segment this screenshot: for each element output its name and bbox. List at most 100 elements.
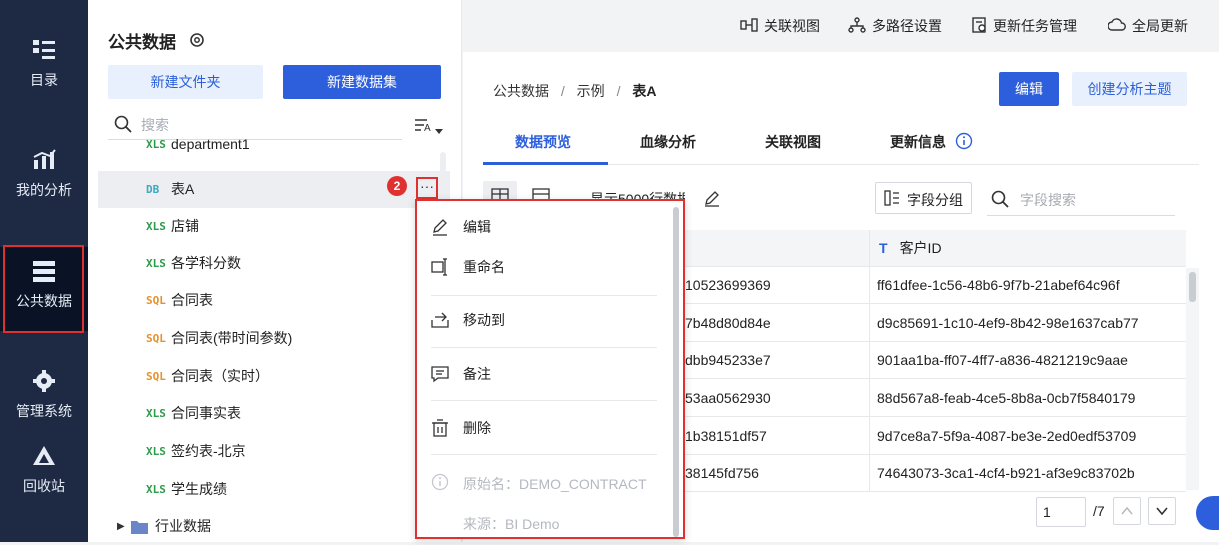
field-group-button[interactable]: 字段分组 bbox=[875, 182, 972, 214]
menu-item-label: 编辑 bbox=[463, 219, 491, 235]
tree-item-label: 各学科分数 bbox=[171, 255, 241, 271]
menu-item-label: 备注 bbox=[463, 366, 491, 382]
table-vscroll-track[interactable] bbox=[1186, 268, 1199, 490]
field-search-placeholder: 字段搜索 bbox=[1020, 192, 1076, 208]
new-folder-button[interactable]: 新建文件夹 bbox=[108, 65, 263, 99]
menu-scrollbar[interactable] bbox=[673, 207, 679, 537]
more-options-button[interactable]: ··· bbox=[416, 177, 438, 199]
highlight-box-nav bbox=[3, 245, 84, 333]
field-search-input[interactable]: 字段搜索 bbox=[987, 182, 1175, 216]
table-cell: 38145fd756 bbox=[685, 455, 869, 492]
move-to-icon bbox=[431, 312, 449, 328]
menu-item-move[interactable]: 移动到 bbox=[431, 302, 661, 338]
table-cell: 7b48d80d84e bbox=[685, 305, 869, 342]
breadcrumb-current: 表A bbox=[632, 83, 657, 99]
nav-item-label: 回收站 bbox=[23, 478, 65, 494]
breadcrumb-item[interactable]: 公共数据 bbox=[493, 83, 549, 99]
nav-item-label: 管理系统 bbox=[16, 403, 72, 419]
tab-data-preview[interactable]: 数据预览 bbox=[515, 132, 571, 152]
create-topic-button[interactable]: 创建分析主题 bbox=[1072, 72, 1187, 106]
table-cell: 88d567a8-feab-4ce5-8b8a-0cb7f5840179 bbox=[869, 380, 1186, 417]
field-group-icon bbox=[884, 190, 899, 206]
menu-divider bbox=[431, 347, 657, 348]
column-header-customer-id[interactable]: T 客户ID bbox=[869, 230, 1186, 267]
sql-file-icon: SQL bbox=[146, 332, 166, 345]
note-icon bbox=[431, 366, 449, 383]
info-icon bbox=[431, 473, 449, 491]
xls-file-icon: XLS bbox=[146, 138, 166, 151]
nav-item-label: 目录 bbox=[30, 72, 58, 88]
page-number-input[interactable]: 1 bbox=[1036, 497, 1086, 527]
gear-manage-icon bbox=[33, 370, 55, 392]
edit-button[interactable]: 编辑 bbox=[999, 72, 1059, 106]
table-cell: dbb945233e7 bbox=[685, 342, 869, 379]
page-total: /7 bbox=[1093, 503, 1105, 519]
settings-gear-icon[interactable] bbox=[188, 31, 206, 49]
search-icon bbox=[991, 190, 1009, 208]
menu-item-delete[interactable]: 删除 bbox=[431, 410, 661, 446]
breadcrumb-separator: / bbox=[616, 83, 621, 99]
tree-item-label: 签约表-北京 bbox=[171, 443, 246, 459]
tree-item-label: 合同表（实时） bbox=[171, 368, 269, 384]
next-page-button[interactable] bbox=[1148, 497, 1176, 525]
nav-item-admin[interactable]: 管理系统 bbox=[0, 369, 88, 421]
xls-file-icon: XLS bbox=[146, 445, 166, 458]
tab-update-info[interactable]: 更新信息 bbox=[890, 132, 946, 152]
nav-item-my-analysis[interactable]: 我的分析 bbox=[0, 148, 88, 200]
xls-file-icon: XLS bbox=[146, 220, 166, 233]
table-cell: 901aa1ba-ff07-4ff7-a836-4821219c9aae bbox=[869, 342, 1186, 379]
tree-item[interactable]: XLS 合同事实表 bbox=[98, 395, 450, 432]
tree-item[interactable]: XLS 店铺 bbox=[98, 208, 450, 245]
tree-folder-label: 行业数据 bbox=[155, 518, 211, 534]
menu-item-rename[interactable]: 重命名 bbox=[431, 249, 661, 285]
table-vscroll-thumb[interactable] bbox=[1189, 272, 1196, 302]
tree-item[interactable]: XLS 学生成绩 bbox=[98, 471, 450, 508]
action-label: 全局更新 bbox=[1132, 18, 1188, 34]
menu-item-note[interactable]: 备注 bbox=[431, 356, 661, 392]
menu-item-edit[interactable]: 编辑 bbox=[431, 209, 661, 245]
action-label: 更新任务管理 bbox=[993, 18, 1077, 34]
tree-folder[interactable]: ▶ 行业数据 bbox=[98, 508, 450, 545]
table-cell: 74643073-3ca1-4cf4-b921-af3e9c83702b bbox=[869, 455, 1186, 492]
info-icon[interactable] bbox=[955, 132, 973, 150]
column-header[interactable] bbox=[685, 230, 869, 267]
menu-item-label: 重命名 bbox=[463, 259, 505, 275]
tree-item[interactable]: XLS department1 bbox=[98, 133, 450, 156]
prev-page-button[interactable] bbox=[1113, 497, 1141, 525]
xls-file-icon: XLS bbox=[146, 407, 166, 420]
search-icon bbox=[114, 115, 132, 133]
breadcrumb-item[interactable]: 示例 bbox=[577, 83, 605, 99]
table-cell: 10523699369 bbox=[685, 267, 869, 304]
xls-file-icon: XLS bbox=[146, 257, 166, 270]
breadcrumb-separator: / bbox=[560, 83, 565, 99]
tree-item-label: 店铺 bbox=[171, 218, 199, 234]
step-badge-2: 2 bbox=[387, 176, 407, 196]
edit-pencil-icon bbox=[433, 219, 447, 236]
menu-item-label: 移动到 bbox=[463, 312, 505, 328]
update-task-icon bbox=[972, 17, 986, 33]
tree-item-label: 合同事实表 bbox=[171, 405, 241, 421]
table-cell: 9d7ce8a7-5f9a-4087-be3e-2ed0edf53709 bbox=[869, 418, 1186, 455]
new-dataset-button[interactable]: 新建数据集 bbox=[283, 65, 441, 99]
tree-item[interactable]: XLS 签约表-北京 bbox=[98, 433, 450, 470]
tree-item[interactable]: SQL 合同表（实时） bbox=[98, 358, 450, 395]
analysis-chart-icon bbox=[33, 149, 56, 169]
panel-title: 公共数据 bbox=[108, 33, 176, 52]
chevron-down-icon bbox=[1156, 507, 1168, 516]
rename-icon bbox=[431, 258, 447, 276]
folder-icon bbox=[131, 521, 148, 534]
field-group-label: 字段分组 bbox=[907, 192, 963, 208]
catalog-icon bbox=[33, 40, 55, 59]
nav-item-catalog[interactable]: 目录 bbox=[0, 38, 88, 90]
chevron-up-icon bbox=[1121, 506, 1133, 515]
tab-lineage[interactable]: 血缘分析 bbox=[640, 132, 696, 152]
tree-item[interactable]: XLS 各学科分数 bbox=[98, 245, 450, 282]
tree-item[interactable]: SQL 合同表(带时间参数) bbox=[98, 320, 450, 357]
edit-pencil-icon[interactable] bbox=[703, 189, 721, 207]
menu-divider bbox=[431, 400, 657, 401]
expand-caret-icon[interactable]: ▶ bbox=[117, 508, 125, 545]
tree-item[interactable]: SQL 合同表 bbox=[98, 282, 450, 319]
cloud-refresh-icon bbox=[1108, 18, 1126, 31]
tab-related-view[interactable]: 关联视图 bbox=[765, 132, 821, 152]
nav-item-recycle[interactable]: 回收站 bbox=[0, 444, 88, 496]
